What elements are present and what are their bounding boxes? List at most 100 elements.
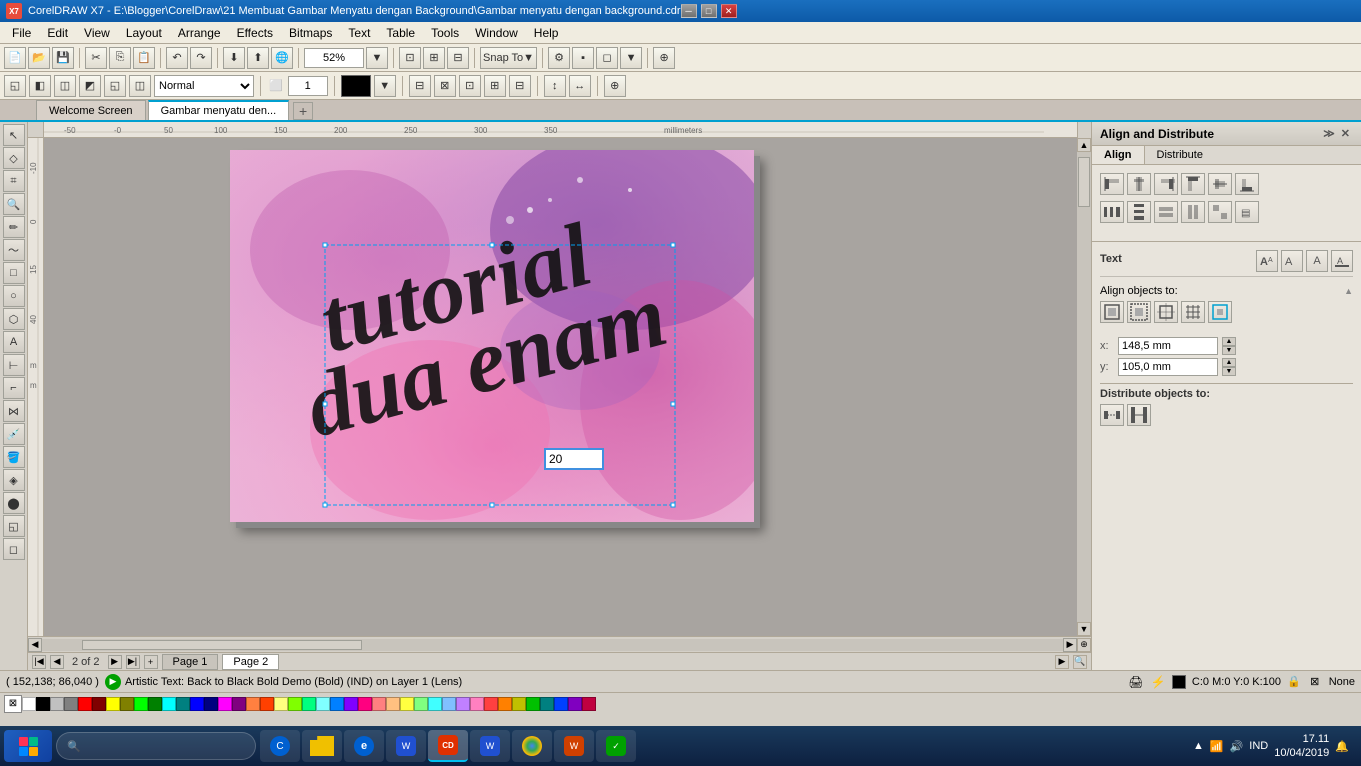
palette-violet[interactable]: [344, 697, 358, 711]
palette-crimson[interactable]: [582, 697, 596, 711]
align-center-v[interactable]: [1127, 173, 1151, 195]
undo-button[interactable]: ↶: [166, 47, 188, 69]
snap-grid[interactable]: ⊞: [423, 47, 445, 69]
menu-effects[interactable]: Effects: [229, 24, 281, 42]
outline-tool[interactable]: ⬤: [3, 492, 25, 514]
align-same-width[interactable]: [1154, 201, 1178, 223]
blend-tool[interactable]: ⋈: [3, 400, 25, 422]
zoom-input[interactable]: [304, 48, 364, 68]
panel-tab-distribute[interactable]: Distribute: [1145, 146, 1215, 164]
dist-btn2[interactable]: [1127, 404, 1151, 426]
status-outline-x[interactable]: ⊠: [1307, 674, 1323, 690]
freehand-tool[interactable]: ✏: [3, 216, 25, 238]
align-to-selection[interactable]: [1208, 301, 1232, 323]
taskbar-coreldraw[interactable]: CD: [428, 730, 468, 762]
menu-text[interactable]: Text: [340, 24, 378, 42]
export-button[interactable]: ⬆: [247, 47, 269, 69]
palette-aqua[interactable]: [162, 697, 176, 711]
obj-prop7[interactable]: ↔: [569, 75, 591, 97]
shape-tool[interactable]: ◇: [3, 147, 25, 169]
obj-tb-btn1[interactable]: ◱: [4, 75, 26, 97]
menu-edit[interactable]: Edit: [39, 24, 76, 42]
palette-teal2[interactable]: [540, 697, 554, 711]
polygon-tool[interactable]: ⬡: [3, 308, 25, 330]
palette-lightyellow[interactable]: [274, 697, 288, 711]
add-tab-button[interactable]: +: [293, 102, 313, 120]
menu-file[interactable]: File: [4, 24, 39, 42]
palette-navy[interactable]: [204, 697, 218, 711]
align-to-margin[interactable]: [1127, 301, 1151, 323]
fill-btn[interactable]: ▪: [572, 47, 594, 69]
palette-lightyellow2[interactable]: [400, 697, 414, 711]
align-same-height[interactable]: [1181, 201, 1205, 223]
align-left-edge[interactable]: [1100, 173, 1124, 195]
taskbar-chrome[interactable]: [512, 730, 552, 762]
fill-tool[interactable]: 🪣: [3, 446, 25, 468]
obj-tb-btn4[interactable]: ◩: [79, 75, 101, 97]
page-first[interactable]: |◀: [32, 655, 46, 669]
ellipse-tool[interactable]: ○: [3, 285, 25, 307]
close-button[interactable]: ✕: [721, 4, 737, 18]
add-btn[interactable]: ⊕: [653, 47, 675, 69]
shadow-tool[interactable]: ◱: [3, 515, 25, 537]
palette-lime[interactable]: [134, 697, 148, 711]
parallel-dim-tool[interactable]: ⊢: [3, 354, 25, 376]
align-extra[interactable]: ▤: [1235, 201, 1259, 223]
menu-window[interactable]: Window: [467, 24, 526, 42]
page-last[interactable]: ▶|: [126, 655, 140, 669]
palette-gray[interactable]: [64, 697, 78, 711]
import-button[interactable]: ⬇: [223, 47, 245, 69]
align-same-h-spacing[interactable]: [1100, 201, 1124, 223]
align-center-h[interactable]: [1208, 173, 1232, 195]
canvas-drawing-area[interactable]: tutorial dua enam: [44, 138, 1091, 636]
palette-chartreuse[interactable]: [288, 697, 302, 711]
palette-blue[interactable]: [190, 697, 204, 711]
palette-white[interactable]: [22, 697, 36, 711]
start-button[interactable]: [4, 730, 52, 762]
align-to-drawing[interactable]: [1154, 301, 1178, 323]
menu-bitmaps[interactable]: Bitmaps: [281, 24, 340, 42]
palette-red[interactable]: [78, 697, 92, 711]
taskbar-app8[interactable]: W: [554, 730, 594, 762]
crop-tool[interactable]: ⌗: [3, 170, 25, 192]
hscroll-left[interactable]: ◀: [28, 638, 42, 652]
panel-expand[interactable]: ≫: [1320, 127, 1338, 140]
dist-btn1[interactable]: [1100, 404, 1124, 426]
text-tool[interactable]: A: [3, 331, 25, 353]
zoom-tool[interactable]: 🔍: [3, 193, 25, 215]
transparency-tool[interactable]: ◻: [3, 538, 25, 560]
text-align-btn1[interactable]: AA: [1256, 250, 1278, 272]
obj-tb-btn6[interactable]: ◫: [129, 75, 151, 97]
new-button[interactable]: 📄: [4, 47, 26, 69]
copy-button[interactable]: ⎘: [109, 47, 131, 69]
taskbar-file-explorer[interactable]: [302, 730, 342, 762]
palette-lightblue[interactable]: [442, 697, 456, 711]
snap-guidelines[interactable]: ⊟: [447, 47, 469, 69]
align-bottom-edge[interactable]: [1235, 173, 1259, 195]
text-align-btn2[interactable]: A: [1281, 250, 1303, 272]
text-align-btn4[interactable]: A: [1331, 250, 1353, 272]
palette-springgreen[interactable]: [302, 697, 316, 711]
x-coord-input[interactable]: [1118, 337, 1218, 355]
palette-darkred[interactable]: [92, 697, 106, 711]
align-to-page[interactable]: [1100, 301, 1124, 323]
text-align-btn3[interactable]: A: [1306, 250, 1328, 272]
obj-prop6[interactable]: ↕: [544, 75, 566, 97]
menu-table[interactable]: Table: [378, 24, 423, 42]
align-same-size[interactable]: [1208, 201, 1232, 223]
select-tool[interactable]: ↖: [3, 124, 25, 146]
palette-darkyellow[interactable]: [512, 697, 526, 711]
save-button[interactable]: 💾: [52, 47, 74, 69]
redo-button[interactable]: ↷: [190, 47, 212, 69]
menu-view[interactable]: View: [76, 24, 118, 42]
tray-volume[interactable]: 🔊: [1230, 740, 1244, 753]
y-spin-up[interactable]: ▲: [1222, 358, 1236, 367]
menu-layout[interactable]: Layout: [118, 24, 170, 42]
opacity-input[interactable]: [288, 76, 328, 96]
open-button[interactable]: 📂: [28, 47, 50, 69]
obj-prop3[interactable]: ⊡: [459, 75, 481, 97]
tab-welcome[interactable]: Welcome Screen: [36, 100, 146, 120]
y-coord-input[interactable]: [1118, 358, 1218, 376]
x-spin-down[interactable]: ▼: [1222, 346, 1236, 355]
fill-color-box[interactable]: [341, 75, 371, 97]
